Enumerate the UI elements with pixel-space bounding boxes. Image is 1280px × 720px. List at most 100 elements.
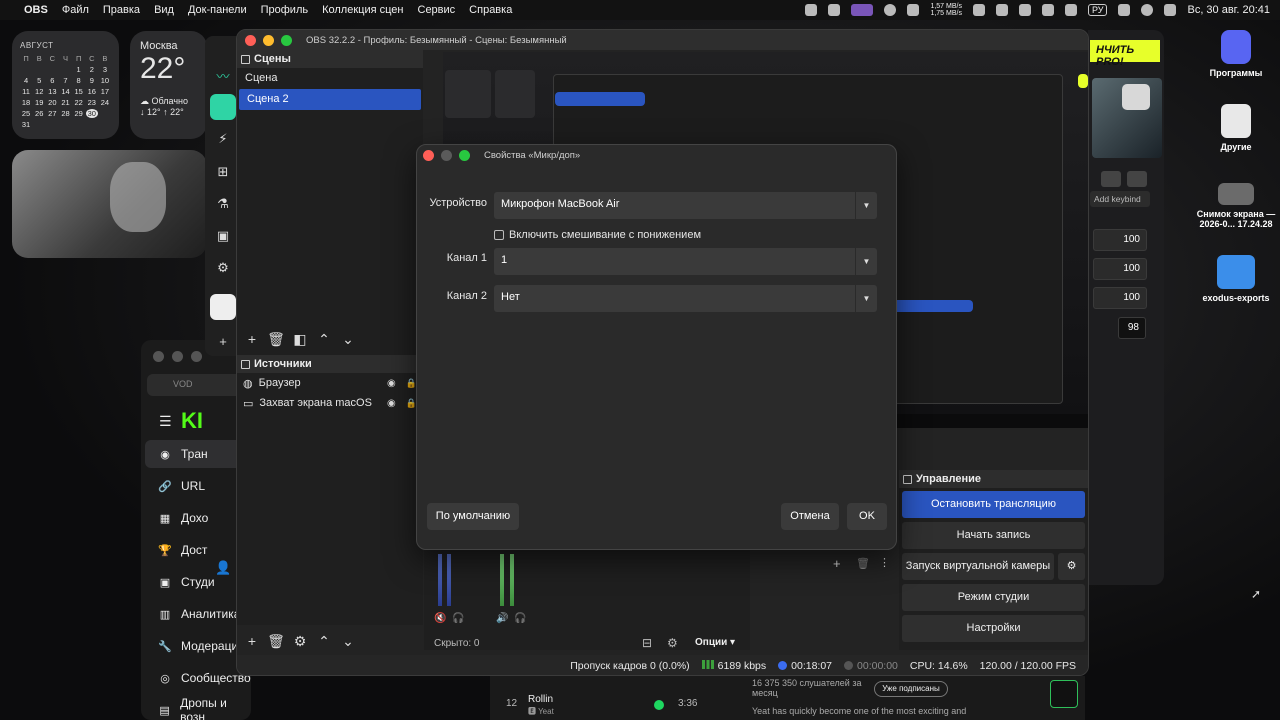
value-field-3[interactable]: 100 <box>1093 287 1147 309</box>
studio-mode-button[interactable]: Режим студии <box>902 584 1085 611</box>
add-keybind-button[interactable]: Add keybind <box>1090 191 1150 207</box>
status-icon-1[interactable] <box>805 4 818 16</box>
channel2-select[interactable]: Нет ▼ <box>494 285 877 312</box>
waveform-icon[interactable]: 〰 <box>215 66 231 84</box>
play-record-icon[interactable] <box>1050 680 1078 708</box>
muted-speaker-icon[interactable]: 🔇 <box>434 613 446 624</box>
move-source-up-button[interactable]: ⌃ <box>315 632 333 650</box>
desktop-item-programs[interactable]: Программы <box>1194 30 1278 78</box>
defaults-button[interactable]: По умолчанию <box>427 503 519 530</box>
hamburger-icon[interactable]: ☰ <box>159 413 172 430</box>
dialog-minimize-button[interactable] <box>441 149 452 161</box>
zoom-window-button[interactable] <box>281 34 292 46</box>
speaker-icon[interactable]: 🔊 <box>496 613 508 624</box>
sidebar-nav-item[interactable]: ▤ Дропы и возн <box>145 696 251 720</box>
following-button[interactable]: Уже подписаны <box>874 681 948 697</box>
status-icon-3[interactable] <box>851 4 874 16</box>
input-language[interactable]: РУ <box>1087 4 1108 16</box>
source-item[interactable]: ▭ Захват экрана macOS ◉ 🔒 <box>237 393 423 413</box>
ducking-checkbox[interactable] <box>494 230 504 240</box>
grid-icon[interactable]: ⊞ <box>215 164 231 180</box>
scene-item[interactable]: Сцена 2 <box>239 89 421 110</box>
visibility-eye-icon[interactable]: ◉ <box>387 398 396 409</box>
move-source-down-button[interactable]: ⌄ <box>339 632 357 650</box>
scene-filters-button[interactable]: ◧ <box>291 330 309 348</box>
scenes-dock-header[interactable]: Сцены <box>237 50 423 68</box>
stop-streaming-button[interactable]: Остановить трансляцию <box>902 491 1085 518</box>
obs-titlebar[interactable]: OBS 32.2.2 - Профиль: Безымянный - Сцены… <box>237 30 1088 50</box>
mixer-settings-icon[interactable]: ⚙ <box>667 636 678 650</box>
move-scene-up-button[interactable]: ⌃ <box>315 330 333 348</box>
source-properties-button[interactable]: ⚙ <box>291 632 309 650</box>
track-title[interactable]: Rollin <box>528 694 553 705</box>
menu-docks[interactable]: Док-панели <box>188 4 247 16</box>
close-window-button[interactable] <box>245 34 256 46</box>
dialog-close-button[interactable] <box>423 149 434 161</box>
status-icon-2[interactable] <box>828 4 841 16</box>
value-field-2[interactable]: 100 <box>1093 258 1147 280</box>
status-icon-8[interactable] <box>1018 4 1031 16</box>
flask-icon[interactable]: ⚗ <box>215 196 231 212</box>
device-select[interactable]: Микрофон MacBook Air ▼ <box>494 192 877 219</box>
minimize-window-button[interactable] <box>263 34 274 46</box>
dialog-zoom-button[interactable] <box>459 149 470 161</box>
move-scene-down-button[interactable]: ⌄ <box>339 330 357 348</box>
menu-profile[interactable]: Профиль <box>261 4 309 16</box>
remove-source-button[interactable]: 🗑 <box>267 632 285 650</box>
status-icon-4[interactable] <box>884 4 897 16</box>
mixer-options-button[interactable]: Опции ▾ <box>695 637 735 648</box>
cancel-button[interactable]: Отмена <box>781 503 839 530</box>
channel1-select[interactable]: 1 ▼ <box>494 248 877 275</box>
add-transition-button[interactable]: + <box>833 556 841 571</box>
transition-menu-icon[interactable]: ⋮ <box>879 556 890 569</box>
ok-button[interactable]: OK <box>847 503 887 530</box>
headphones-icon[interactable]: 🎧 <box>452 613 464 624</box>
add-source-button[interactable]: + <box>243 632 261 650</box>
value-field-1[interactable]: 100 <box>1093 229 1147 251</box>
remove-transition-button[interactable]: 🗑 <box>856 557 870 570</box>
virtual-camera-settings-gear-icon[interactable]: ⚙ <box>1058 553 1085 580</box>
sliders-icon[interactable] <box>1122 84 1150 110</box>
wifi-icon[interactable] <box>1118 4 1131 16</box>
avatar[interactable] <box>210 294 236 320</box>
source-item[interactable]: ◍ Браузер ◉ 🔒 <box>237 373 423 393</box>
plus-icon[interactable]: + <box>215 334 231 350</box>
thumbs-down-icon[interactable] <box>1127 171 1147 187</box>
sidebar-nav-item[interactable]: ◎ Сообщество <box>145 664 251 692</box>
menu-tools[interactable]: Сервис <box>418 4 456 16</box>
status-icon-9[interactable] <box>1041 4 1054 16</box>
mixer-layout-icon[interactable]: ⊟ <box>642 636 652 650</box>
weather-widget[interactable]: Москва 22° ☁ Облачно ↓ 12° ↑ 22° <box>130 31 207 139</box>
search-icon[interactable] <box>1141 4 1154 16</box>
track-artist[interactable]: 🅴 Yeat <box>528 706 554 717</box>
bolt-icon[interactable]: ⚡ <box>215 131 231 147</box>
visibility-eye-icon[interactable]: ◉ <box>387 378 396 389</box>
scene-item[interactable]: Сцена <box>237 68 423 89</box>
remove-scene-button[interactable]: 🗑 <box>267 330 285 348</box>
gift-icon[interactable]: ▣ <box>215 228 231 244</box>
status-icon-10[interactable] <box>1064 4 1077 16</box>
status-icon-6[interactable] <box>972 4 985 16</box>
promo-badge[interactable]: НЧИТЬ PRO! <box>1090 40 1160 68</box>
start-virtual-camera-button[interactable]: Запуск виртуальной камеры <box>902 553 1054 580</box>
user-icon[interactable]: 👤 <box>215 560 231 576</box>
menu-file[interactable]: Файл <box>62 4 89 16</box>
calendar-widget[interactable]: АВГУСТ П В С Ч П С В 1 2 3 4 5 6 7 8 9 10 11 12 13 14 15 16 17 1… <box>12 31 119 139</box>
thumbs-up-icon[interactable] <box>1101 171 1121 187</box>
start-recording-button[interactable]: Начать запись <box>902 522 1085 549</box>
controls-dock-header[interactable]: Управление <box>899 470 1088 488</box>
status-icon-7[interactable] <box>995 4 1008 16</box>
status-icon-5[interactable] <box>907 4 920 16</box>
photo-widget[interactable] <box>12 150 207 258</box>
menu-help[interactable]: Справка <box>469 4 512 16</box>
settings-button[interactable]: Настройки <box>902 615 1085 642</box>
network-rate[interactable]: 1,57 MB/s 1,75 MB/s <box>930 3 962 17</box>
properties-dialog[interactable]: Свойства «Микр/доп» Устройство Микрофон … <box>416 144 897 550</box>
mic-icon[interactable] <box>210 94 236 120</box>
menu-view[interactable]: Вид <box>154 4 174 16</box>
menu-edit[interactable]: Правка <box>103 4 140 16</box>
add-scene-button[interactable]: + <box>243 330 261 348</box>
desktop-item-other[interactable]: Другие <box>1194 104 1278 152</box>
sources-dock-header[interactable]: Источники <box>237 355 423 373</box>
ducking-checkbox-row[interactable]: Включить смешивание с понижением <box>494 229 701 241</box>
